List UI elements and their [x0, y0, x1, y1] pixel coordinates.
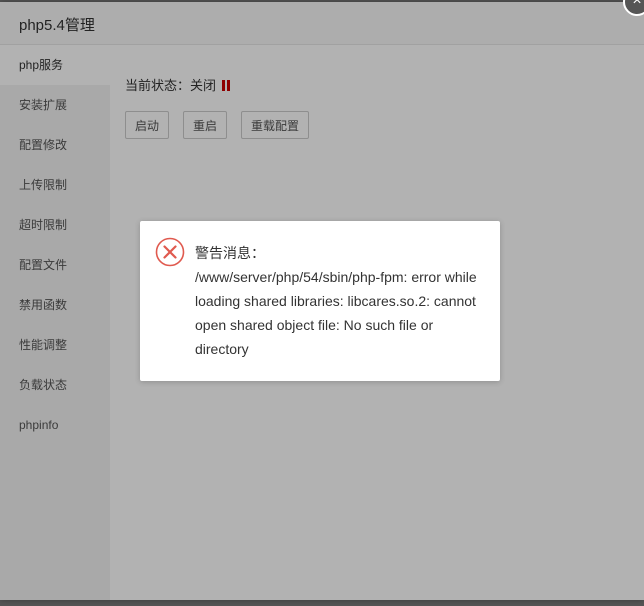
alert-message: /www/server/php/54/sbin/php-fpm: error w… — [195, 269, 477, 357]
error-alert-dialog: 警告消息： /www/server/php/54/sbin/php-fpm: e… — [140, 221, 500, 381]
alert-message-block: 警告消息： /www/server/php/54/sbin/php-fpm: e… — [195, 241, 485, 361]
error-icon — [155, 237, 185, 267]
alert-title: 警告消息： — [195, 245, 265, 261]
